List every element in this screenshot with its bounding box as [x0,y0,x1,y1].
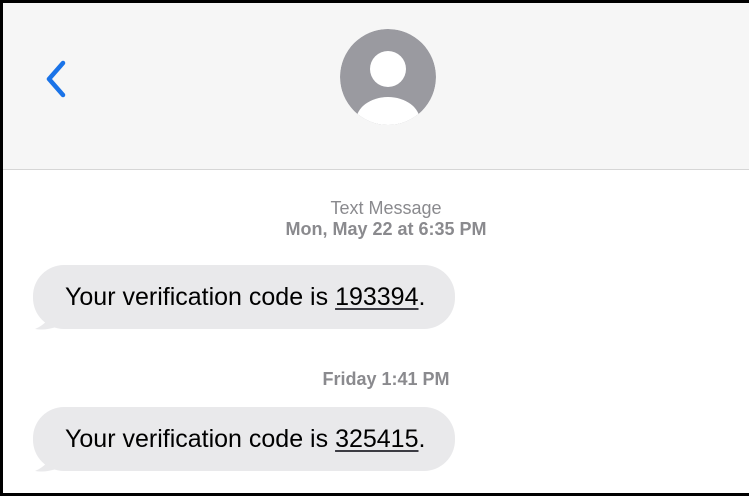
back-button[interactable] [39,55,75,103]
message-timestamp: Friday 1:41 PM [322,369,450,389]
message-timestamp: Mon, May 22 at 6:35 PM [285,219,487,239]
message-type-label: Text Message [330,198,442,218]
message-thread: Text Message Mon, May 22 at 6:35 PM Your… [3,169,749,493]
message-text: Your verification code is 193394. [33,265,456,329]
verification-code-link[interactable]: 193394 [335,283,418,311]
person-avatar-icon [340,29,436,125]
message-bubble[interactable]: Your verification code is 325415. [33,407,456,472]
conversation-header [3,3,749,170]
message-bubble[interactable]: Your verification code is 193394. [33,265,456,330]
verification-code-link[interactable]: 325415 [335,425,418,453]
chevron-left-icon [46,60,66,98]
screen-frame: Text Message Mon, May 22 at 6:35 PM Your… [0,0,749,496]
message-text: Your verification code is 325415. [33,407,456,471]
contact-avatar[interactable] [340,29,436,125]
timestamp-header: Text Message Mon, May 22 at 6:35 PM [3,198,749,240]
timestamp-header: Friday 1:41 PM [3,369,749,390]
